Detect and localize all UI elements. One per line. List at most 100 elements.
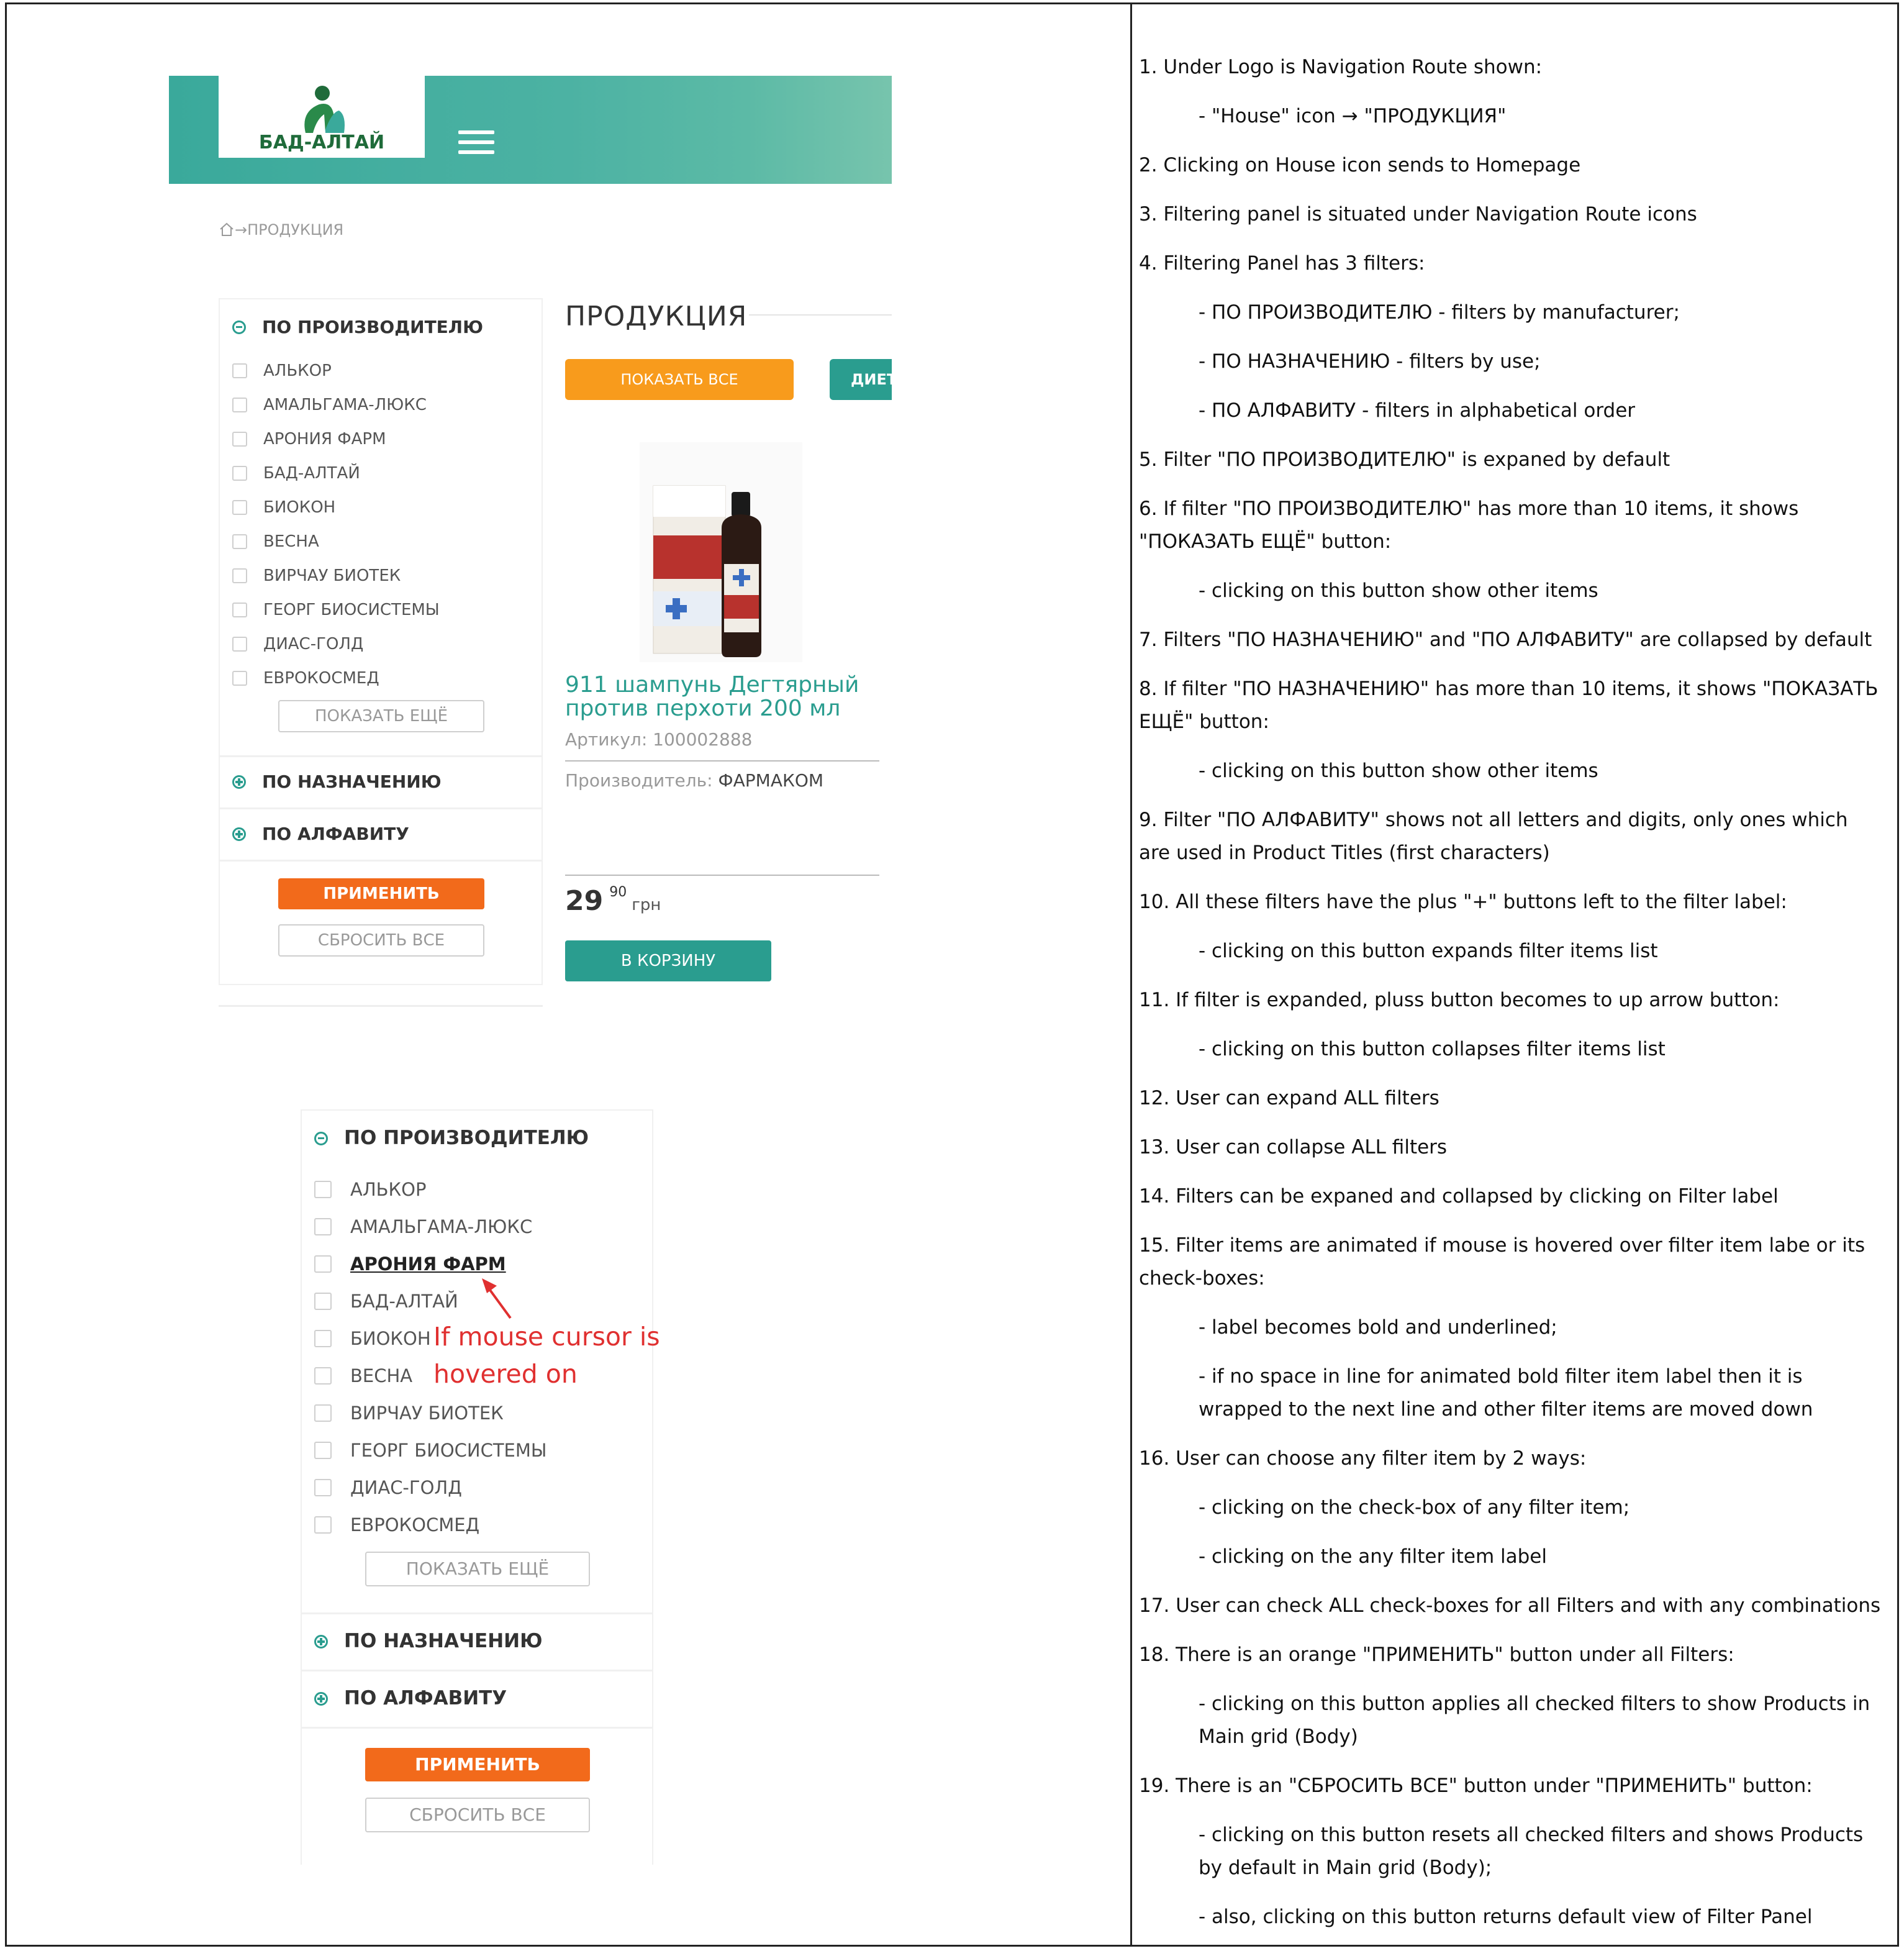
site-header: БАД-АЛТАЙ — [169, 76, 892, 184]
filter-item[interactable]: БАД-АЛТАЙ — [232, 464, 360, 483]
collapse-icon[interactable] — [232, 321, 246, 334]
expand-icon[interactable] — [314, 1635, 328, 1649]
req-line: - "House" icon → "ПРОДУКЦИЯ" — [1199, 105, 1507, 127]
checkbox[interactable] — [232, 671, 247, 686]
filter-panel: ПО ПРОИЗВОДИТЕЛЮ АЛЬКОР АМАЛЬГАМА-ЛЮКС А… — [219, 298, 543, 985]
logo[interactable]: БАД-АЛТАЙ — [219, 76, 425, 158]
checkbox[interactable] — [314, 1404, 332, 1422]
filter-item[interactable]: АЛЬКОР — [314, 1179, 426, 1200]
checkbox[interactable] — [314, 1181, 332, 1198]
filter-alphabet-header[interactable]: ПО АЛФАВИТУ — [232, 824, 409, 844]
filter-item[interactable]: БАД-АЛТАЙ — [314, 1291, 458, 1312]
filter-purpose-header[interactable]: ПО НАЗНАЧЕНИЮ — [232, 771, 442, 792]
apply-button[interactable]: ПРИМЕНИТЬ — [365, 1748, 590, 1781]
filter-item[interactable]: ЕВРОКОСМЕД — [232, 669, 379, 688]
req-line: - clicking on this button expands filter… — [1199, 940, 1658, 962]
annotation-arrow-icon — [482, 1278, 512, 1319]
checkbox[interactable] — [314, 1367, 332, 1385]
filter-manufacturer-header[interactable]: ПО ПРОИЗВОДИТЕЛЮ — [314, 1127, 589, 1149]
filter-item[interactable]: ДИАС-ГОЛД — [232, 635, 363, 653]
req-line: - if no space in line for animated bold … — [1199, 1365, 1813, 1421]
filter-item[interactable]: АМАЛЬГАМА-ЛЮКС — [232, 396, 427, 414]
filter-item[interactable]: ГЕОРГ БИОСИСТЕМЫ — [232, 601, 440, 619]
annotation-line-2: hovered on — [433, 1359, 578, 1389]
req-line: 13. User can collapse ALL filters — [1139, 1136, 1448, 1158]
filter-manufacturer-header[interactable]: ПО ПРОИЗВОДИТЕЛЮ — [232, 317, 483, 337]
add-to-cart-button[interactable]: В КОРЗИНУ — [565, 940, 771, 981]
req-line: - clicking on this button show other ite… — [1199, 760, 1598, 782]
checkbox[interactable] — [232, 466, 247, 481]
filter-item[interactable]: ГЕОРГ БИОСИСТЕМЫ — [314, 1440, 546, 1461]
show-all-button[interactable]: ПОКАЗАТЬ ВСЕ — [565, 359, 794, 400]
filter-item[interactable]: ВИРЧАУ БИОТЕК — [232, 566, 401, 585]
filter-item[interactable]: АМАЛЬГАМА-ЛЮКС — [314, 1216, 532, 1237]
home-icon[interactable] — [219, 222, 235, 237]
expand-icon[interactable] — [314, 1692, 328, 1706]
product-price: 29 90грн — [565, 885, 661, 917]
expand-icon[interactable] — [232, 827, 246, 841]
req-line: - clicking on the any filter item label — [1199, 1545, 1547, 1568]
breadcrumb-current: ПРОДУКЦИЯ — [247, 221, 344, 239]
filter-alphabet-header[interactable]: ПО АЛФАВИТУ — [314, 1687, 507, 1709]
checkbox[interactable] — [314, 1218, 332, 1235]
column-divider — [1130, 2, 1132, 1947]
checkbox[interactable] — [314, 1330, 332, 1347]
apply-button[interactable]: ПРИМЕНИТЬ — [278, 878, 484, 909]
filter-item[interactable]: БИОКОН — [232, 498, 335, 517]
checkbox[interactable] — [314, 1293, 332, 1310]
checkbox[interactable] — [232, 534, 247, 549]
logo-text: БАД-АЛТАЙ — [258, 132, 385, 153]
checkbox[interactable] — [232, 363, 247, 378]
filter-purpose-header[interactable]: ПО НАЗНАЧЕНИЮ — [314, 1630, 543, 1652]
filter-item[interactable]: ВЕСНА — [232, 532, 319, 551]
req-line: - ПО АЛФАВИТУ - filters in alphabetical … — [1199, 399, 1636, 422]
reset-button[interactable]: СБРОСИТЬ ВСЕ — [278, 924, 484, 957]
divider — [565, 760, 879, 762]
breadcrumb-separator: → — [235, 221, 248, 239]
show-more-button[interactable]: ПОКАЗАТЬ ЕЩЁ — [365, 1552, 590, 1586]
req-line: 1. Under Logo is Navigation Route shown: — [1139, 56, 1543, 78]
checkbox[interactable] — [314, 1442, 332, 1459]
separator — [220, 755, 542, 757]
req-line: - ПО НАЗНАЧЕНИЮ - filters by use; — [1199, 350, 1541, 373]
filter-item[interactable]: ЕВРОКОСМЕД — [314, 1514, 479, 1535]
checkbox[interactable] — [314, 1479, 332, 1496]
req-line: 6. If filter "ПО ПРОИЗВОДИТЕЛЮ" has more… — [1139, 498, 1799, 553]
checkbox[interactable] — [232, 398, 247, 412]
req-line: 19. There is an "СБРОСИТЬ ВСЕ" button un… — [1139, 1775, 1813, 1797]
req-line: - also, clicking on this button returns … — [1199, 1906, 1813, 1928]
filter-item-hovered[interactable]: АРОНИЯ ФАРМ — [314, 1253, 506, 1275]
filter-item[interactable]: ВЕСНА — [314, 1365, 412, 1386]
reset-button[interactable]: СБРОСИТЬ ВСЕ — [365, 1798, 590, 1832]
page-title: ПРОДУКЦИЯ — [565, 301, 748, 332]
panel-bottom-line — [219, 1005, 543, 1007]
checkbox[interactable] — [232, 432, 247, 447]
filter-item[interactable]: ВИРЧАУ БИОТЕК — [314, 1403, 504, 1424]
filter-item[interactable]: АРОНИЯ ФАРМ — [232, 430, 386, 448]
checkbox[interactable] — [232, 603, 247, 617]
show-more-button[interactable]: ПОКАЗАТЬ ЕЩЁ — [278, 700, 484, 732]
product-name[interactable]: 911 шампунь Дегтярный против перхоти 200… — [565, 673, 913, 721]
req-line: 9. Filter "ПО АЛФАВИТУ" shows not all le… — [1139, 809, 1848, 864]
expand-icon[interactable] — [232, 775, 246, 789]
req-line: 17. User can check ALL check-boxes for a… — [1139, 1594, 1881, 1617]
product-article: Артикул: 100002888 — [565, 729, 753, 750]
checkbox[interactable] — [314, 1516, 332, 1534]
req-line: - clicking on this button resets all che… — [1199, 1824, 1864, 1879]
menu-icon[interactable] — [458, 130, 494, 155]
category-tab-diet[interactable]: ДИЕТ — [830, 359, 892, 400]
separator — [302, 1612, 652, 1614]
filter-item[interactable]: ДИАС-ГОЛД — [314, 1477, 462, 1498]
req-line: 4. Filtering Panel has 3 filters: — [1139, 252, 1425, 275]
req-line: 16. User can choose any filter item by 2… — [1139, 1447, 1587, 1470]
filter-item[interactable]: АЛЬКОР — [232, 362, 332, 380]
checkbox[interactable] — [232, 637, 247, 652]
checkbox[interactable] — [232, 500, 247, 515]
req-line: 10. All these filters have the plus "+" … — [1139, 891, 1787, 913]
filter-item[interactable]: БИОКОН — [314, 1328, 431, 1349]
collapse-icon[interactable] — [314, 1132, 328, 1145]
checkbox[interactable] — [314, 1255, 332, 1273]
req-line: - clicking on this button applies all ch… — [1199, 1693, 1870, 1748]
checkbox[interactable] — [232, 568, 247, 583]
product-image[interactable] — [640, 442, 802, 662]
